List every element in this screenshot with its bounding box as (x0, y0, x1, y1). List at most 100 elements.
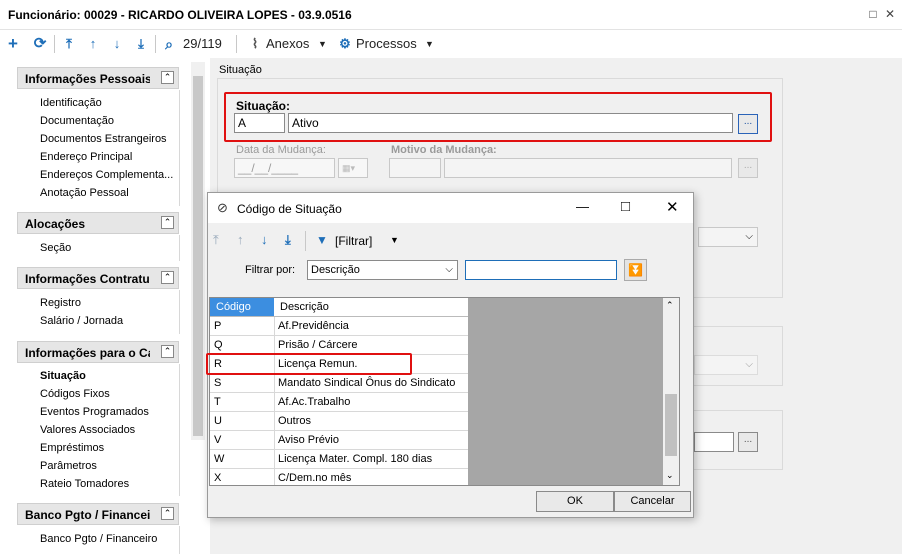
group-title: Situação (219, 64, 262, 76)
search-icon[interactable]: ⌕ (160, 34, 178, 54)
add-icon[interactable]: + (4, 34, 22, 54)
sidebar-item-salario-jornada[interactable]: Salário / Jornada (40, 315, 123, 327)
cancel-button[interactable]: Cancelar (614, 491, 691, 512)
chevron-down-icon[interactable]: ▼ (390, 235, 399, 245)
sidebar-item-rateio-tomadores[interactable]: Rateio Tomadores (40, 478, 129, 490)
sidebar-item-endereco-principal[interactable]: Endereço Principal (40, 151, 132, 163)
processos-button[interactable]: Processos (356, 34, 417, 54)
next-record-icon[interactable]: ↓ (261, 232, 268, 247)
anexos-button[interactable]: Anexos (266, 34, 309, 54)
scroll-up-icon[interactable]: ⌃ (666, 300, 674, 311)
sidebar-item-identificacao[interactable]: Identificação (40, 97, 102, 109)
sidebar-scrollbar[interactable] (191, 62, 205, 440)
sidebar-item-eventos-programados[interactable]: Eventos Programados (40, 406, 149, 418)
sidebar-item-situacao[interactable]: Situação (40, 370, 86, 382)
sidebar-section-banco-pgto[interactable]: Banco Pgto / Financeiro ⌃ (17, 503, 179, 525)
restore-icon[interactable]: □ (865, 6, 881, 22)
sidebar-section-informacoes-calculo[interactable]: Informações para o Cálculo ⌃ (17, 341, 179, 363)
table-row[interactable]: S Mandato Sindical Ônus do Sindicato (210, 374, 468, 393)
cell-desc: Outros (278, 415, 312, 427)
field-input[interactable] (694, 432, 734, 452)
ok-button[interactable]: OK (536, 491, 614, 512)
separator (54, 35, 55, 53)
paperclip-icon[interactable]: ⌇ (248, 34, 262, 54)
select-chevron-icon[interactable]: ⌵ (698, 227, 758, 247)
sidebar-item-secao[interactable]: Seção (40, 242, 71, 254)
cell-desc: Mandato Sindical Ônus do Sindicato (278, 377, 456, 389)
sidebar-item-banco-pgto-financeiro[interactable]: Banco Pgto / Financeiro (40, 533, 157, 545)
maximize-icon[interactable]: □ (621, 198, 630, 215)
table-row[interactable]: V Aviso Prévio (210, 431, 468, 450)
section-title: Informações para o Cálculo (25, 346, 150, 360)
lookup-button[interactable]: ... (738, 432, 758, 452)
window-title: Funcionário: 00029 - RICARDO OLIVEIRA LO… (8, 8, 352, 22)
column-header-descricao[interactable]: Descrição (280, 301, 329, 313)
first-record-icon[interactable]: ⤒ (213, 232, 219, 248)
cell-code: X (214, 472, 222, 484)
next-record-icon[interactable]: ↓ (108, 34, 126, 54)
filtrar-por-select[interactable]: Descrição ⌵ (307, 260, 458, 280)
dialog-title: Código de Situação (237, 202, 342, 216)
chevron-down-icon[interactable]: ▼ (425, 34, 434, 54)
refresh-icon[interactable]: ⟳ (30, 34, 50, 54)
sidebar: Informações Pessoais ⌃ Identificação Doc… (0, 58, 210, 554)
cell-code: W (214, 453, 225, 465)
collapse-icon[interactable]: ⌃ (161, 507, 174, 520)
sidebar-item-valores-associados[interactable]: Valores Associados (40, 424, 135, 436)
calendar-icon[interactable]: ▦▾ (338, 158, 368, 178)
previous-record-icon[interactable]: ↑ (237, 232, 244, 247)
column-header-codigo[interactable]: Código (210, 298, 274, 316)
collapse-icon[interactable]: ⌃ (161, 345, 174, 358)
first-record-icon[interactable]: ⤒ (60, 34, 78, 54)
filter-icon[interactable]: ▼ (316, 233, 328, 247)
table-row[interactable]: U Outros (210, 412, 468, 431)
motivo-lookup-button[interactable]: ... (738, 158, 758, 178)
sidebar-item-emprestimos[interactable]: Empréstimos (40, 442, 104, 454)
sidebar-item-parametros[interactable]: Parâmetros (40, 460, 97, 472)
scrollbar-thumb[interactable] (665, 394, 677, 456)
gear-icon[interactable]: ⚙ (338, 34, 352, 54)
table-row[interactable]: X C/Dem.no mês (210, 469, 468, 485)
last-record-icon[interactable]: ⤓ (285, 232, 291, 248)
chevron-down-icon[interactable]: ⌵ (445, 261, 453, 279)
divider (179, 526, 180, 554)
sidebar-section-informacoes-contratuais[interactable]: Informações Contratuais ⌃ (17, 267, 179, 289)
motivo-label: Motivo da Mudança: (391, 144, 497, 156)
table-row[interactable]: T Af.Ac.Trabalho (210, 393, 468, 412)
close-icon[interactable]: ✕ (666, 198, 679, 216)
sidebar-section-informacoes-pessoais[interactable]: Informações Pessoais ⌃ (17, 67, 179, 89)
record-counter: 29/119 (183, 36, 222, 51)
collapse-icon[interactable]: ⌃ (161, 271, 174, 284)
previous-record-icon[interactable]: ↑ (84, 34, 102, 54)
filter-text-input[interactable] (465, 260, 617, 280)
sidebar-item-enderecos-complementares[interactable]: Endereços Complementa... (40, 169, 173, 181)
close-icon[interactable]: ✕ (882, 6, 898, 22)
divider (274, 469, 275, 485)
scrollbar-thumb[interactable] (193, 76, 203, 436)
apply-filter-icon[interactable]: ⏬ (624, 259, 647, 281)
collapse-icon[interactable]: ⌃ (161, 216, 174, 229)
motivo-code-input[interactable] (389, 158, 441, 178)
dialog-titlebar: ⊘ Código de Situação — □ ✕ (208, 193, 693, 223)
select-chevron-icon[interactable]: ⌵ (694, 355, 758, 375)
collapse-icon[interactable]: ⌃ (161, 71, 174, 84)
scroll-down-icon[interactable]: ⌄ (666, 470, 674, 481)
sidebar-item-codigos-fixos[interactable]: Códigos Fixos (40, 388, 110, 400)
data-mudanca-input[interactable]: __/__/____ (234, 158, 335, 178)
minimize-icon[interactable]: — (576, 199, 589, 214)
sidebar-item-registro[interactable]: Registro (40, 297, 81, 309)
chevron-down-icon[interactable]: ▼ (318, 34, 327, 54)
divider (274, 412, 275, 431)
table-row[interactable]: P Af.Previdência (210, 317, 468, 336)
sidebar-item-documentacao[interactable]: Documentação (40, 115, 114, 127)
motivo-desc-input[interactable] (444, 158, 732, 178)
sidebar-item-anotacao-pessoal[interactable]: Anotação Pessoal (40, 187, 129, 199)
cell-code: S (214, 377, 222, 389)
sidebar-item-documentos-estrangeiros[interactable]: Documentos Estrangeiros (40, 133, 167, 145)
grid-scrollbar[interactable]: ⌃ ⌄ (663, 298, 679, 485)
table-row[interactable]: W Licença Mater. Compl. 180 dias (210, 450, 468, 469)
divider (179, 235, 180, 261)
sidebar-section-alocacoes[interactable]: Alocações ⌃ (17, 212, 179, 234)
filtrar-button[interactable]: [Filtrar] (335, 234, 372, 248)
last-record-icon[interactable]: ⤓ (132, 34, 150, 54)
